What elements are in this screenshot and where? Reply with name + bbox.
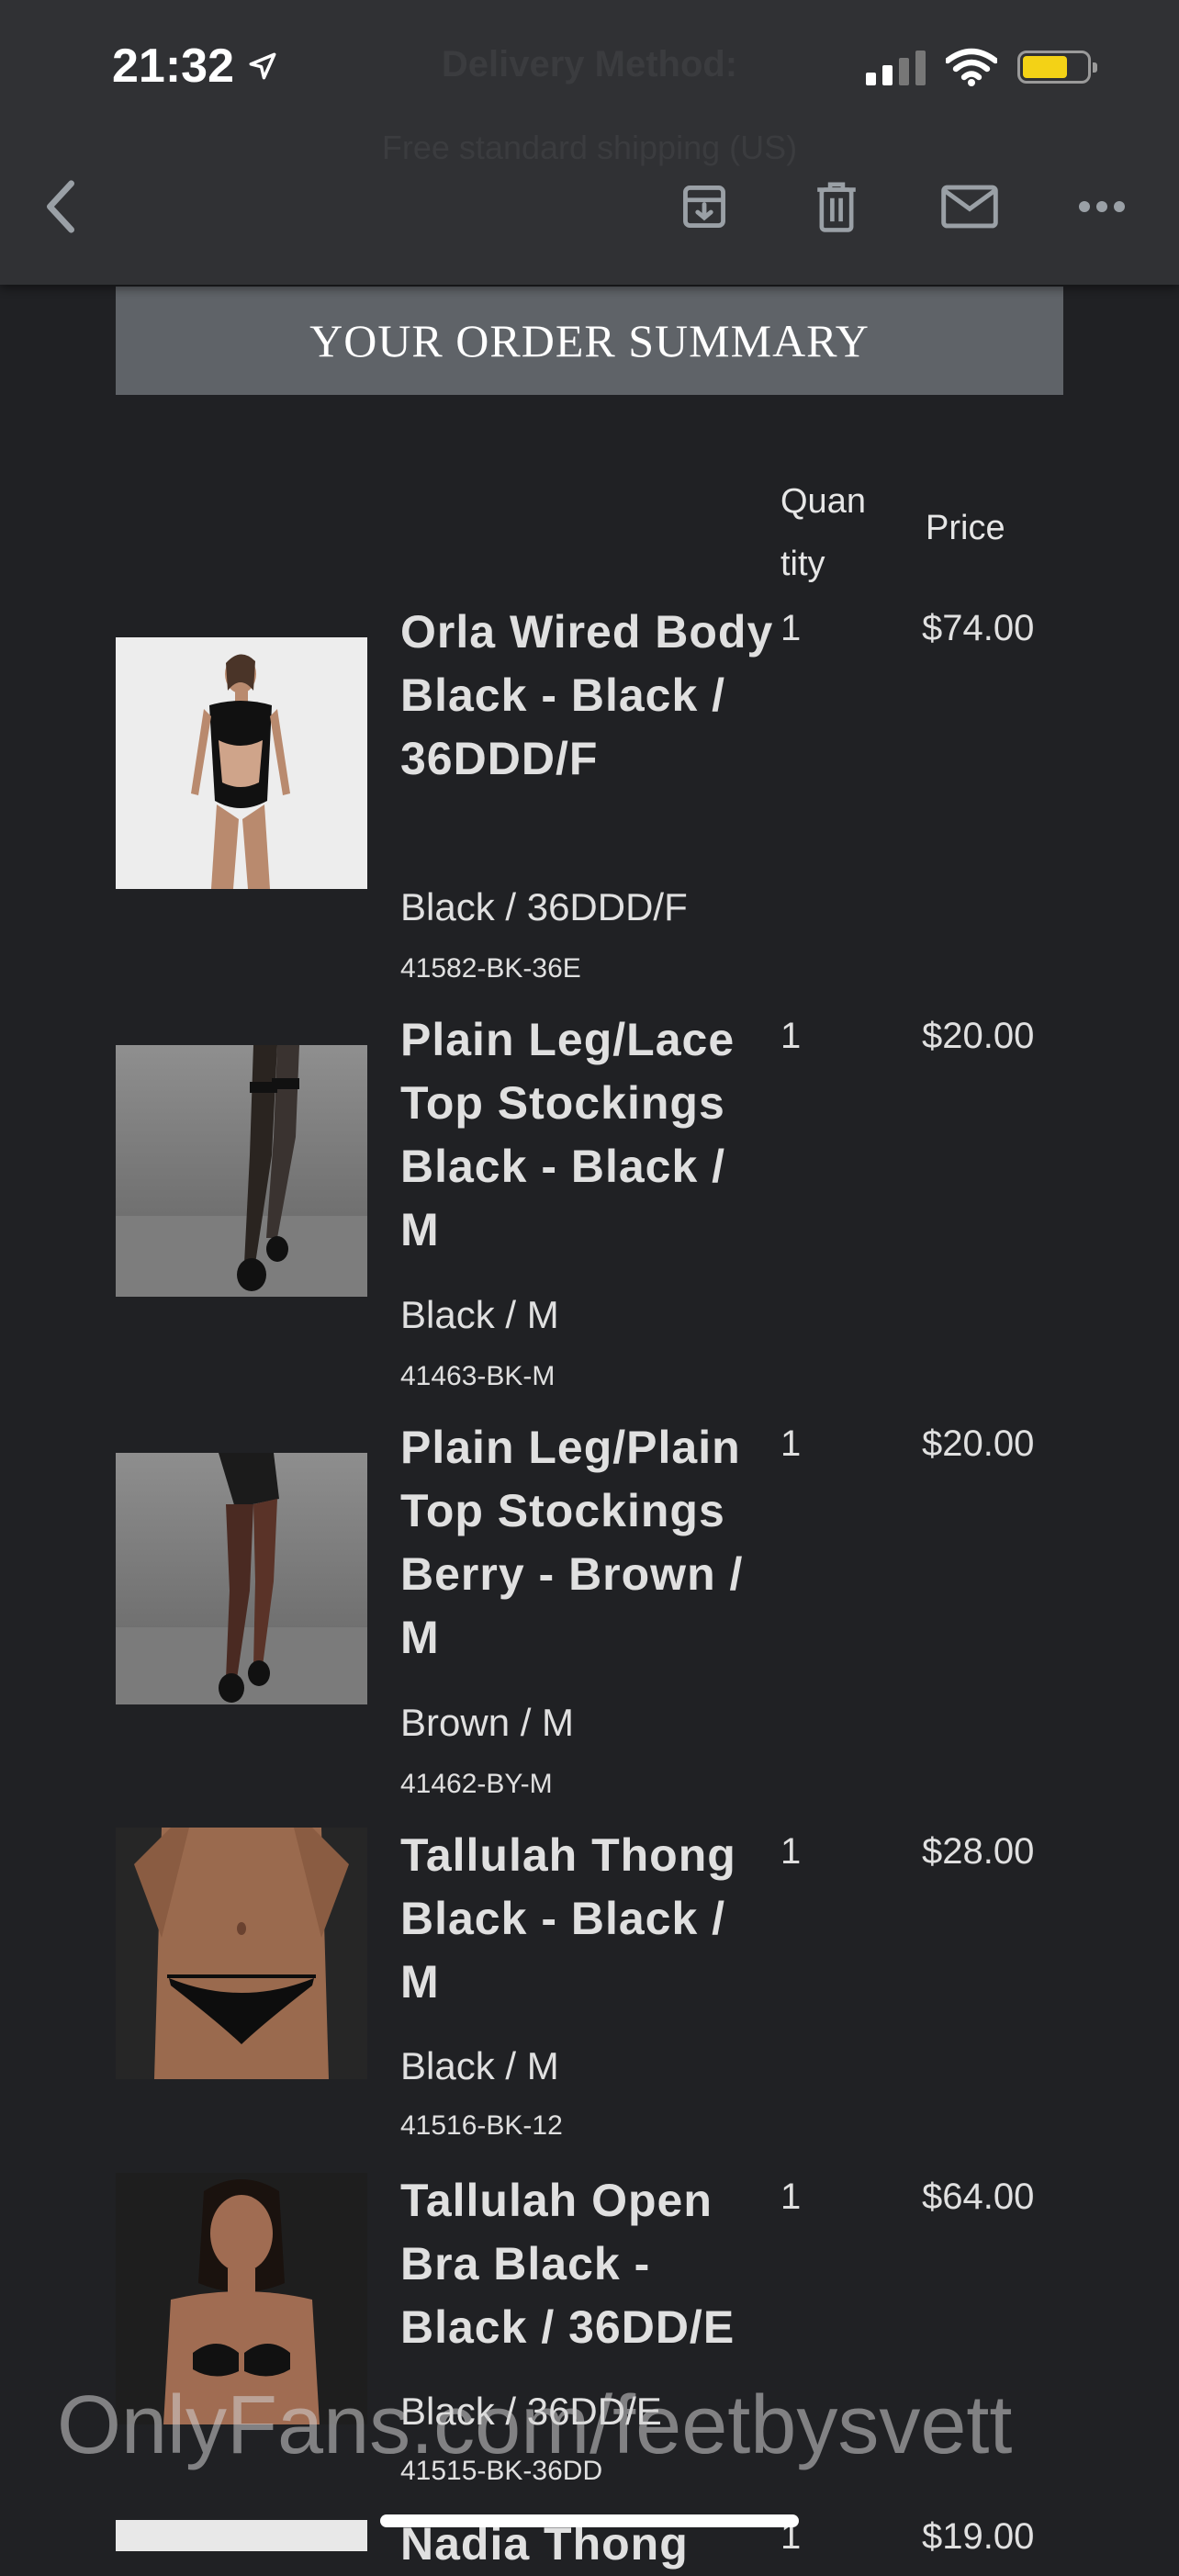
product-price: $28.00 [922,1831,1035,1872]
product-image [116,1828,367,2079]
more-button[interactable] [1074,165,1129,248]
product-name: Orla Wired Body Black - Black / 36DDD/F [400,606,774,784]
mail-button[interactable] [937,165,1003,248]
location-arrow-icon [249,52,276,80]
product-image [116,637,367,889]
mail-icon [941,185,998,229]
product-image [116,1045,367,1297]
watermark-text: OnlyFans.com/feetbysvett [57,2379,1013,2471]
more-icon [1079,201,1125,212]
home-indicator[interactable] [380,2514,799,2527]
ghost-shipping-text: Free standard shipping (US) [381,129,798,166]
product-quantity: 1 [780,1423,802,1464]
product-sku: 41462-BY-M [400,1769,553,1799]
status-time: 21:32 [112,39,278,94]
product-quantity: 1 [780,608,802,648]
product-name: Plain Leg/Plain Top Stockings Berry - Br… [400,1422,744,1663]
mail-toolbar [0,165,1179,248]
product-variant: Brown / M [400,1701,575,1744]
product-name: Plain Leg/Lace Top Stockings Black - Bla… [400,1014,735,1255]
clock: 21:32 [112,39,234,93]
product-price: $64.00 [922,2177,1035,2217]
product-sku: 41516-BK-12 [400,2110,563,2141]
price-header: Price [926,509,1005,547]
quantity-header: Quantity [780,482,866,583]
product-name: Tallulah Thong Black - Black / M [400,1829,736,2008]
product-price: $20.00 [922,1423,1035,1464]
product-name: Tallulah Open Bra Black - Black / 36DD/E [400,2175,735,2353]
wifi-icon [946,48,997,86]
top-bar: Delivery Method: Free standard shipping … [0,0,1179,285]
product-quantity: 1 [780,1016,802,1056]
product-variant: Black / 36DDD/F [400,885,688,928]
product-variant: Black / M [400,2044,559,2087]
delete-button[interactable] [806,165,867,248]
product-image [116,2520,367,2551]
product-quantity: 1 [780,2177,802,2217]
trash-icon [817,182,856,232]
product-price: $20.00 [922,1016,1035,1056]
product-sku: 41582-BK-36E [400,953,581,984]
status-icons [866,48,1097,86]
chevron-left-icon [46,180,75,233]
back-button[interactable] [37,165,84,248]
product-price: $74.00 [922,608,1035,648]
cellular-signal-icon [866,49,926,85]
battery-icon [1017,51,1097,84]
product-image [116,1453,367,1704]
archive-button[interactable] [674,165,735,248]
archive-icon [683,186,725,228]
order-summary-title: YOUR ORDER SUMMARY [116,287,1063,395]
product-variant: Black / M [400,1293,559,1336]
product-sku: 41463-BK-M [400,1361,556,1391]
product-quantity: 1 [780,1831,802,1872]
product-price: $19.00 [922,2516,1035,2557]
